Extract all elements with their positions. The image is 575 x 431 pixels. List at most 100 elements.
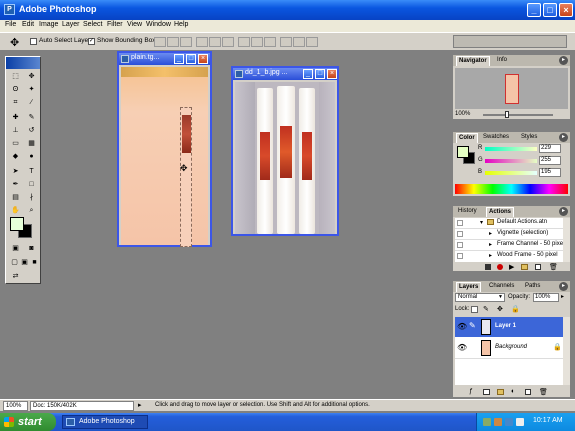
history-brush-icon[interactable]: ↺ — [26, 125, 37, 136]
toggle-item-checkbox[interactable] — [457, 242, 463, 248]
tab-info[interactable]: Info — [495, 56, 509, 66]
menu-view[interactable]: View — [127, 21, 142, 28]
blue-value[interactable]: 195 — [539, 168, 561, 177]
zoom-slider-thumb[interactable] — [505, 111, 509, 118]
green-slider[interactable] — [485, 159, 537, 163]
document-canvas[interactable] — [235, 82, 335, 234]
lock-image-icon[interactable]: ✎ — [483, 305, 489, 313]
tray-monitor-icon[interactable] — [505, 418, 513, 426]
expand-arrow-icon[interactable]: ▸ — [489, 230, 492, 237]
distribute-center-icon[interactable] — [293, 37, 305, 47]
align-middle-icon[interactable] — [167, 37, 179, 47]
type-tool-icon[interactable]: T — [26, 166, 37, 177]
minimize-button[interactable]: _ — [527, 3, 541, 17]
document-titlebar[interactable]: plain.tg... _ □ × — [119, 53, 210, 65]
clock[interactable]: 10:17 AM — [533, 417, 563, 424]
palette-well[interactable] — [453, 35, 567, 48]
navigator-zoom[interactable]: 100% — [455, 111, 470, 117]
transform-center-icon[interactable]: ✥ — [180, 163, 188, 174]
close-button[interactable]: × — [559, 3, 573, 17]
toolbox-header[interactable] — [6, 57, 40, 69]
menu-select[interactable]: Select — [83, 21, 102, 28]
panel-menu-icon[interactable]: ▸ — [559, 207, 568, 216]
tab-actions[interactable]: Actions — [486, 207, 515, 217]
new-action-icon[interactable] — [535, 264, 541, 270]
doc-maximize-button[interactable]: □ — [186, 54, 196, 64]
distribute-bottom-icon[interactable] — [264, 37, 276, 47]
tray-app-icon[interactable] — [494, 418, 502, 426]
crop-tool-icon[interactable]: ⌗ — [10, 97, 21, 108]
magic-wand-icon[interactable]: ✦ — [26, 84, 37, 95]
toggle-item-checkbox[interactable] — [457, 220, 463, 226]
document-window-bats[interactable]: dd_1_b.jpg ... _ □ × — [231, 66, 339, 236]
marquee-tool-icon[interactable]: ⬚ — [10, 71, 21, 82]
status-arrow-icon[interactable]: ▸ — [138, 401, 142, 409]
doc-maximize-button[interactable]: □ — [315, 69, 325, 79]
actions-scrollbar[interactable] — [563, 218, 570, 262]
tab-channels[interactable]: Channels — [487, 282, 516, 292]
distribute-left-icon[interactable] — [280, 37, 292, 47]
status-zoom[interactable]: 100% — [3, 401, 28, 411]
layer-mask-icon[interactable] — [483, 389, 490, 395]
layer-name[interactable]: Layer 1 — [495, 323, 516, 329]
standard-mode-icon[interactable]: ▣ — [10, 243, 21, 254]
layer-name[interactable]: Background — [495, 344, 527, 350]
layer-row[interactable]: 👁 Background 🔒 — [455, 337, 563, 359]
new-layer-icon[interactable] — [525, 389, 531, 395]
pen-tool-icon[interactable]: ✒ — [10, 179, 21, 190]
menu-window[interactable]: Window — [146, 21, 171, 28]
layer-row[interactable]: 👁 ✎ Layer 1 — [455, 317, 563, 337]
list-item[interactable]: ▸ Frame Channel - 50 pixel — [455, 240, 564, 251]
lock-transparency-checkbox[interactable] — [471, 306, 478, 313]
list-item[interactable]: ▾ Default Actions.atn — [455, 218, 563, 229]
distribute-middle-icon[interactable] — [251, 37, 263, 47]
taskbar-app-button[interactable]: Adobe Photoshop — [62, 415, 148, 429]
brush-tool-icon[interactable]: ✎ — [26, 112, 37, 123]
document-window-plain[interactable]: plain.tg... _ □ × ✥ — [117, 51, 212, 247]
expand-arrow-icon[interactable]: ▾ — [480, 219, 483, 226]
doc-minimize-button[interactable]: _ — [174, 54, 184, 64]
hand-tool-icon[interactable]: ✋ — [10, 205, 21, 216]
quick-mask-icon[interactable]: ◙ — [26, 243, 37, 254]
start-button[interactable]: start — [0, 413, 56, 431]
maximize-button[interactable]: □ — [543, 3, 557, 17]
blur-tool-icon[interactable]: ◆ — [10, 151, 21, 162]
bounding-box-checkbox[interactable]: ✓ — [88, 38, 95, 45]
clone-stamp-icon[interactable]: ⊥ — [10, 125, 21, 136]
eraser-tool-icon[interactable]: ▭ — [10, 138, 21, 149]
expand-arrow-icon[interactable]: ▸ — [489, 241, 492, 248]
lasso-tool-icon[interactable]: ʘ — [10, 84, 21, 95]
menu-filter[interactable]: Filter — [107, 21, 123, 28]
app-titlebar[interactable]: P Adobe Photoshop _ □ × — [0, 0, 575, 20]
lock-all-icon[interactable]: 🔒 — [511, 305, 520, 313]
tab-navigator[interactable]: Navigator — [456, 56, 490, 66]
dodge-tool-icon[interactable]: ● — [26, 151, 37, 162]
list-item[interactable]: ▸ Wood Frame - 50 pixel — [455, 251, 563, 262]
opacity-field[interactable]: 100% — [533, 293, 559, 302]
tab-layers[interactable]: Layers — [456, 282, 482, 292]
distribute-top-icon[interactable] — [238, 37, 250, 47]
list-item[interactable]: ▸ Vignette (selection) — [455, 229, 563, 240]
adjustment-layer-icon[interactable]: ◐ — [511, 388, 515, 395]
menu-layer[interactable]: Layer — [62, 21, 80, 28]
tab-history[interactable]: History — [456, 207, 479, 217]
jump-to-imageready-icon[interactable]: ⇄ — [10, 271, 21, 282]
zoom-tool-icon[interactable]: ⌕ — [26, 205, 37, 216]
healing-brush-icon[interactable]: ✚ — [10, 112, 21, 123]
new-layer-set-icon[interactable] — [497, 389, 504, 395]
shape-tool-icon[interactable]: □ — [26, 179, 37, 190]
menu-edit[interactable]: Edit — [22, 21, 34, 28]
path-select-icon[interactable]: ➤ — [10, 166, 21, 177]
navigator-zoom-slider[interactable] — [483, 111, 553, 118]
trash-icon[interactable]: 🗑 — [539, 388, 548, 396]
color-fg-swatch[interactable] — [457, 146, 469, 158]
lock-position-icon[interactable]: ✥ — [497, 305, 503, 313]
menu-image[interactable]: Image — [39, 21, 58, 28]
tab-color[interactable]: Color — [456, 133, 478, 143]
align-top-icon[interactable] — [154, 37, 166, 47]
red-value[interactable]: 229 — [539, 144, 561, 153]
opacity-arrow-icon[interactable]: ▸ — [561, 293, 564, 300]
blend-mode-select[interactable]: Normal ▼ — [455, 293, 505, 302]
distribute-right-icon[interactable] — [306, 37, 318, 47]
doc-close-button[interactable]: × — [198, 54, 208, 64]
